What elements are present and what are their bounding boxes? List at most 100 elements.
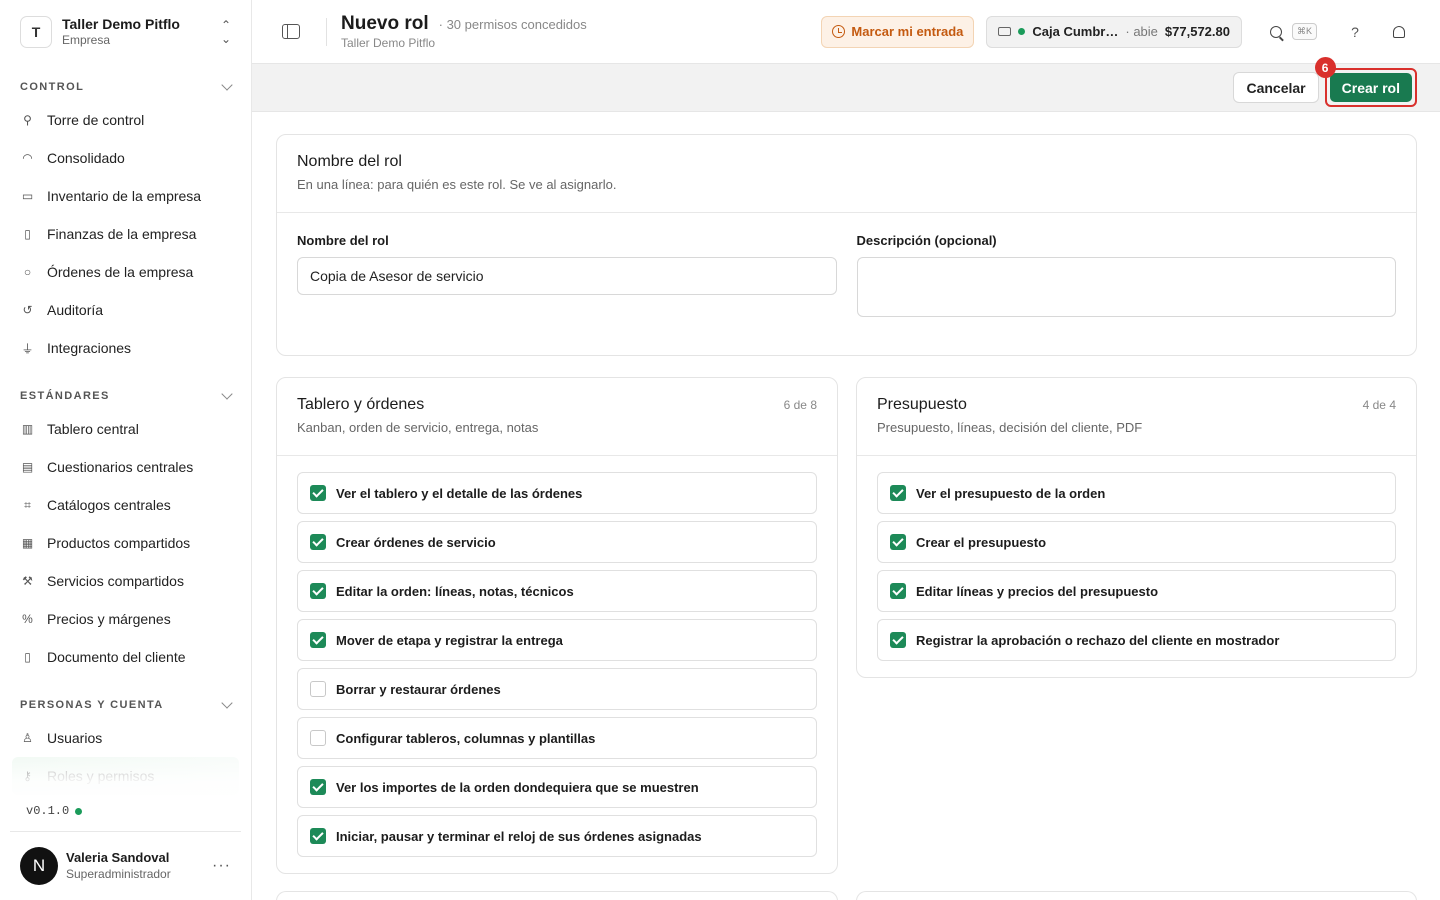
group-count: 4 de 4 (1362, 398, 1396, 412)
sidebar-item-tablero-central[interactable]: ▥ Tablero central (0, 410, 251, 448)
history-icon: ↺ (22, 303, 33, 317)
sidebar-item-catalogos-centrales[interactable]: ⌗ Catálogos centrales (0, 486, 251, 524)
permission-item[interactable]: Mover de etapa y registrar la entrega (297, 619, 817, 661)
percent-icon: % (22, 612, 33, 626)
role-name-input[interactable]: Copia de Asesor de servicio (297, 257, 837, 295)
description-label: Descripción (opcional) (856, 233, 997, 248)
sidebar-item-roles-y-permisos[interactable]: ⚷ Roles y permisos (12, 757, 239, 795)
wrench-icon: ⚒ (22, 574, 33, 588)
permission-label: Editar líneas y precios del presupuesto (916, 583, 1159, 599)
avatar: N (20, 847, 58, 885)
workspace-type: Empresa (62, 33, 111, 48)
help-icon[interactable]: ? (1339, 16, 1371, 48)
permission-item[interactable]: Ver los importes de la orden dondequiera… (297, 766, 817, 808)
register-name: Caja Cumbr… (1032, 24, 1119, 39)
sidebar-item-finanzas-de-la-empresa[interactable]: ▯ Finanzas de la empresa (0, 215, 251, 253)
permission-item[interactable]: Editar la orden: líneas, notas, técnicos (297, 570, 817, 612)
checkbox-checked[interactable] (310, 779, 326, 795)
topbar: Nuevo rol · 30 permisos concedidos Talle… (252, 0, 1440, 64)
checkbox-unchecked[interactable] (310, 730, 326, 746)
permission-item[interactable]: Configurar tableros, columnas y plantill… (297, 717, 817, 759)
sidebar-item-productos-compartidos[interactable]: ▦ Productos compartidos (0, 524, 251, 562)
sidebar-item-label: Catálogos centrales (47, 497, 171, 513)
notifications-button[interactable] (1383, 16, 1415, 48)
permission-label: Crear el presupuesto (916, 534, 1047, 550)
cancel-button[interactable]: Cancelar (1233, 72, 1319, 103)
permission-item[interactable]: Crear el presupuesto (877, 521, 1396, 563)
permission-label: Mover de etapa y registrar la entrega (336, 632, 563, 648)
permission-group-card: Tablero y órdenes Kanban, orden de servi… (276, 377, 838, 874)
register-state: · abie (1125, 24, 1158, 39)
sidebar-item-integraciones[interactable]: ⏚ Integraciones (0, 329, 251, 367)
create-role-button[interactable]: Crear rol (1329, 73, 1412, 102)
page-subtitle: Taller Demo Pitflo (341, 35, 436, 50)
checkbox-checked[interactable] (890, 534, 906, 550)
clipboard-icon: ▤ (21, 460, 34, 474)
permission-item[interactable]: Iniciar, pausar y terminar el reloj de s… (297, 815, 817, 857)
checkbox-checked[interactable] (310, 632, 326, 648)
role-name-label: Nombre del rol (297, 233, 389, 248)
workspace-switcher[interactable]: T Taller Demo Pitflo Empresa ⌃ ⌄ (0, 0, 251, 64)
sidebar-item-label: Usuarios (47, 730, 103, 746)
card-description: En una línea: para quién es este rol. Se… (297, 177, 617, 192)
section-header[interactable]: ESTÁNDARES (0, 386, 251, 406)
permission-item[interactable]: Ver el tablero y el detalle de las órden… (297, 472, 817, 514)
checkbox-checked[interactable] (890, 583, 906, 599)
permission-group-card (276, 891, 838, 900)
checkbox-checked[interactable] (310, 828, 326, 844)
content: Nombre del rol En una línea: para quién … (252, 112, 1440, 900)
search-button[interactable] (1260, 16, 1292, 48)
sidebar-item-documento-del-cliente[interactable]: ▯ Documento del cliente (0, 638, 251, 676)
section-title: PERSONAS Y CUENTA (20, 699, 164, 711)
sidebar-item-consolidado[interactable]: ◠ Consolidado (0, 139, 251, 177)
sidebar-item-cuestionarios-centrales[interactable]: ▤ Cuestionarios centrales (0, 448, 251, 486)
sidebar-item-servicios-compartidos[interactable]: ⚒ Servicios compartidos (0, 562, 251, 600)
permission-item[interactable]: Registrar la aprobación o rechazo del cl… (877, 619, 1396, 661)
more-icon[interactable]: ··· (212, 857, 231, 875)
group-count: 6 de 8 (783, 398, 817, 412)
workspace-name: Taller Demo Pitflo (62, 16, 180, 33)
group-description: Presupuesto, líneas, decisión del client… (877, 420, 1143, 435)
card-title: Nombre del rol (297, 153, 402, 170)
permission-groups: Tablero y órdenes Kanban, orden de servi… (276, 377, 1417, 874)
page-title: Nuevo rol (341, 13, 429, 35)
sidebar-item-usuarios[interactable]: ♙ Usuarios (0, 719, 251, 757)
key-icon: ⚷ (23, 769, 32, 783)
permission-label: Configurar tableros, columnas y plantill… (336, 730, 596, 746)
file-icon: ▯ (24, 650, 31, 664)
sidebar-item-inventario-de-la-empresa[interactable]: ▭ Inventario de la empresa (0, 177, 251, 215)
sidebar-item-label: Integraciones (47, 340, 132, 356)
permission-group-card (856, 891, 1417, 900)
user-menu[interactable]: N Valeria Sandoval Superadministrador ··… (10, 831, 241, 900)
sidebar-item-auditoria[interactable]: ↺ Auditoría (0, 291, 251, 329)
book-icon: ▯ (24, 227, 31, 241)
sidebar-item-ordenes-de-la-empresa[interactable]: ○ Órdenes de la empresa (0, 253, 251, 291)
checkbox-checked[interactable] (310, 583, 326, 599)
create-role-highlight: 6 Crear rol (1314, 57, 1417, 107)
permission-label: Iniciar, pausar y terminar el reloj de s… (336, 828, 702, 844)
permission-item[interactable]: Ver el presupuesto de la orden (877, 472, 1396, 514)
permission-item[interactable]: Borrar y restaurar órdenes (297, 668, 817, 710)
checkbox-checked[interactable] (310, 534, 326, 550)
sidebar-item-torre-de-control[interactable]: ⚲ Torre de control (0, 101, 251, 139)
sidebar-nav: CONTROL ⚲ Torre de control ◠ Consolidado ▭ Inv… (0, 77, 251, 795)
permissions-count: · 30 permisos concedidos (438, 17, 587, 33)
checkbox-checked[interactable] (890, 485, 906, 501)
permission-item[interactable]: Crear órdenes de servicio (297, 521, 817, 563)
section-header[interactable]: PERSONAS Y CUENTA (0, 695, 251, 715)
inbox-icon: ▭ (21, 189, 34, 203)
section-title: ESTÁNDARES (20, 390, 110, 402)
sidebar-item-precios-y-margenes[interactable]: % Precios y márgenes (0, 600, 251, 638)
workspace-avatar: T (20, 16, 52, 48)
clock-in-button[interactable]: Marcar mi entrada (821, 15, 975, 48)
permission-item[interactable]: Editar líneas y precios del presupuesto (877, 570, 1396, 612)
checkbox-checked[interactable] (890, 632, 906, 648)
checkbox-checked[interactable] (310, 485, 326, 501)
section-header[interactable]: CONTROL (0, 77, 251, 97)
description-textarea[interactable] (856, 257, 1396, 317)
sidebar-item-label: Servicios compartidos (47, 573, 184, 589)
sidebar-toggle-icon[interactable] (282, 24, 300, 39)
register-amount: $77,572.80 (1164, 24, 1230, 39)
checkbox-unchecked[interactable] (310, 681, 326, 697)
cash-register-selector[interactable]: Caja Cumbr… · abie $77,572.80 (986, 15, 1242, 48)
